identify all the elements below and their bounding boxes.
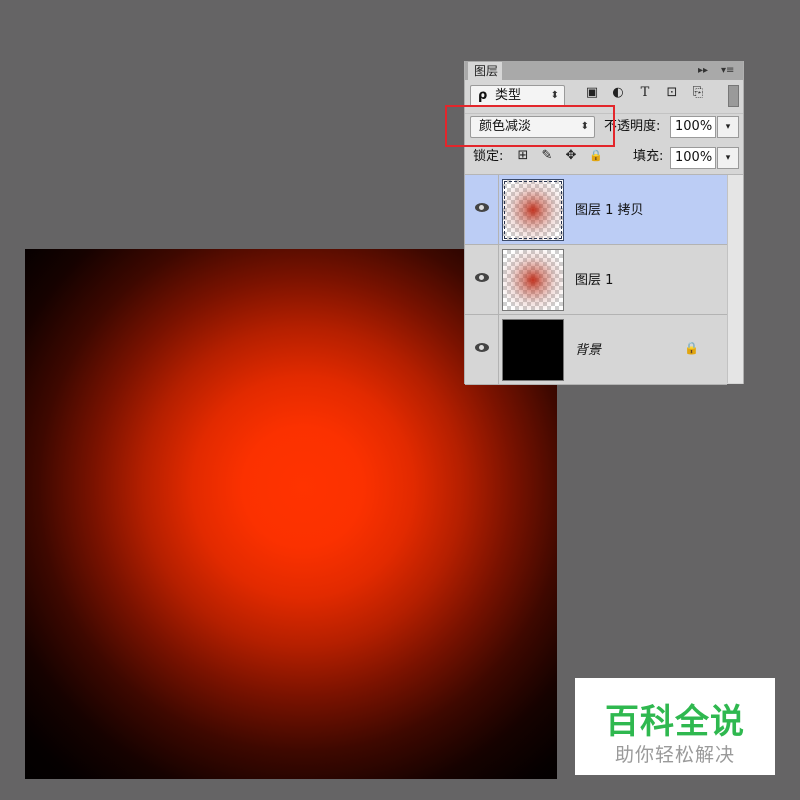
fill-label: 填充:: [633, 149, 664, 164]
fill-input[interactable]: 100%: [670, 147, 716, 169]
eye-icon[interactable]: [475, 203, 489, 212]
fill-dropdown-icon[interactable]: ▾: [717, 147, 739, 169]
opacity-dropdown-icon[interactable]: ▾: [717, 116, 739, 138]
search-icon: ρ: [478, 88, 488, 103]
visibility-cell[interactable]: [465, 315, 499, 384]
watermark-subtitle: 助你轻松解决: [614, 744, 735, 766]
eye-icon[interactable]: [475, 273, 489, 282]
layer-thumbnail[interactable]: [502, 249, 564, 311]
lock-all-icon[interactable]: 🔒: [588, 148, 604, 164]
watermark: 百科全说 助你轻松解决: [575, 678, 775, 775]
lock-image-pixels-icon[interactable]: ✎: [539, 148, 555, 164]
image-filter-icon[interactable]: ▣: [583, 84, 601, 102]
layer-row-background[interactable]: 背景 🔒: [465, 315, 727, 385]
visibility-cell[interactable]: [465, 175, 499, 244]
chevron-updown-icon: ⬍: [550, 90, 559, 101]
layer-thumbnail[interactable]: [502, 179, 564, 241]
filter-type-label: 类型: [495, 88, 522, 103]
panel-menu-icon[interactable]: ▾≡: [721, 61, 734, 80]
layer-row-layer1[interactable]: 图层 1: [465, 245, 727, 315]
text-filter-icon[interactable]: T: [636, 84, 654, 102]
smart-object-filter-icon[interactable]: ⎘: [689, 84, 707, 102]
lock-label: 锁定:: [473, 149, 504, 164]
lock-position-icon[interactable]: ✥: [563, 148, 579, 164]
collapse-panel-icon[interactable]: ▸▸: [698, 61, 708, 80]
layer-thumbnail[interactable]: [502, 319, 564, 381]
panel-header: 图层 ▸▸ ▾≡: [465, 61, 743, 80]
watermark-title: 百科全说: [605, 702, 745, 742]
filter-toggle-switch[interactable]: [728, 85, 739, 107]
tab-layers[interactable]: 图层: [468, 62, 502, 80]
adjustment-filter-icon[interactable]: ◐: [609, 84, 627, 102]
layer-name[interactable]: 背景: [575, 339, 601, 358]
lock-transparent-pixels-icon[interactable]: ⊞: [515, 148, 531, 164]
lock-row: 锁定: ⊞ ✎ ✥ 🔒 填充: 100% ▾: [465, 144, 743, 175]
opacity-input[interactable]: 100%: [670, 116, 716, 138]
layer-name[interactable]: 图层 1 拷贝: [575, 199, 644, 218]
layer-row-layer1-copy[interactable]: 图层 1 拷贝: [465, 175, 727, 245]
lock-icon: 🔒: [684, 341, 699, 355]
eye-icon[interactable]: [475, 343, 489, 352]
layer-name[interactable]: 图层 1: [575, 269, 613, 288]
visibility-cell[interactable]: [465, 245, 499, 314]
layers-scrollbar[interactable]: [727, 175, 743, 383]
shape-filter-icon[interactable]: ⊡: [663, 84, 681, 102]
blend-mode-highlight: [445, 105, 615, 147]
filter-type-select[interactable]: ρ 类型 ⬍: [470, 85, 565, 107]
